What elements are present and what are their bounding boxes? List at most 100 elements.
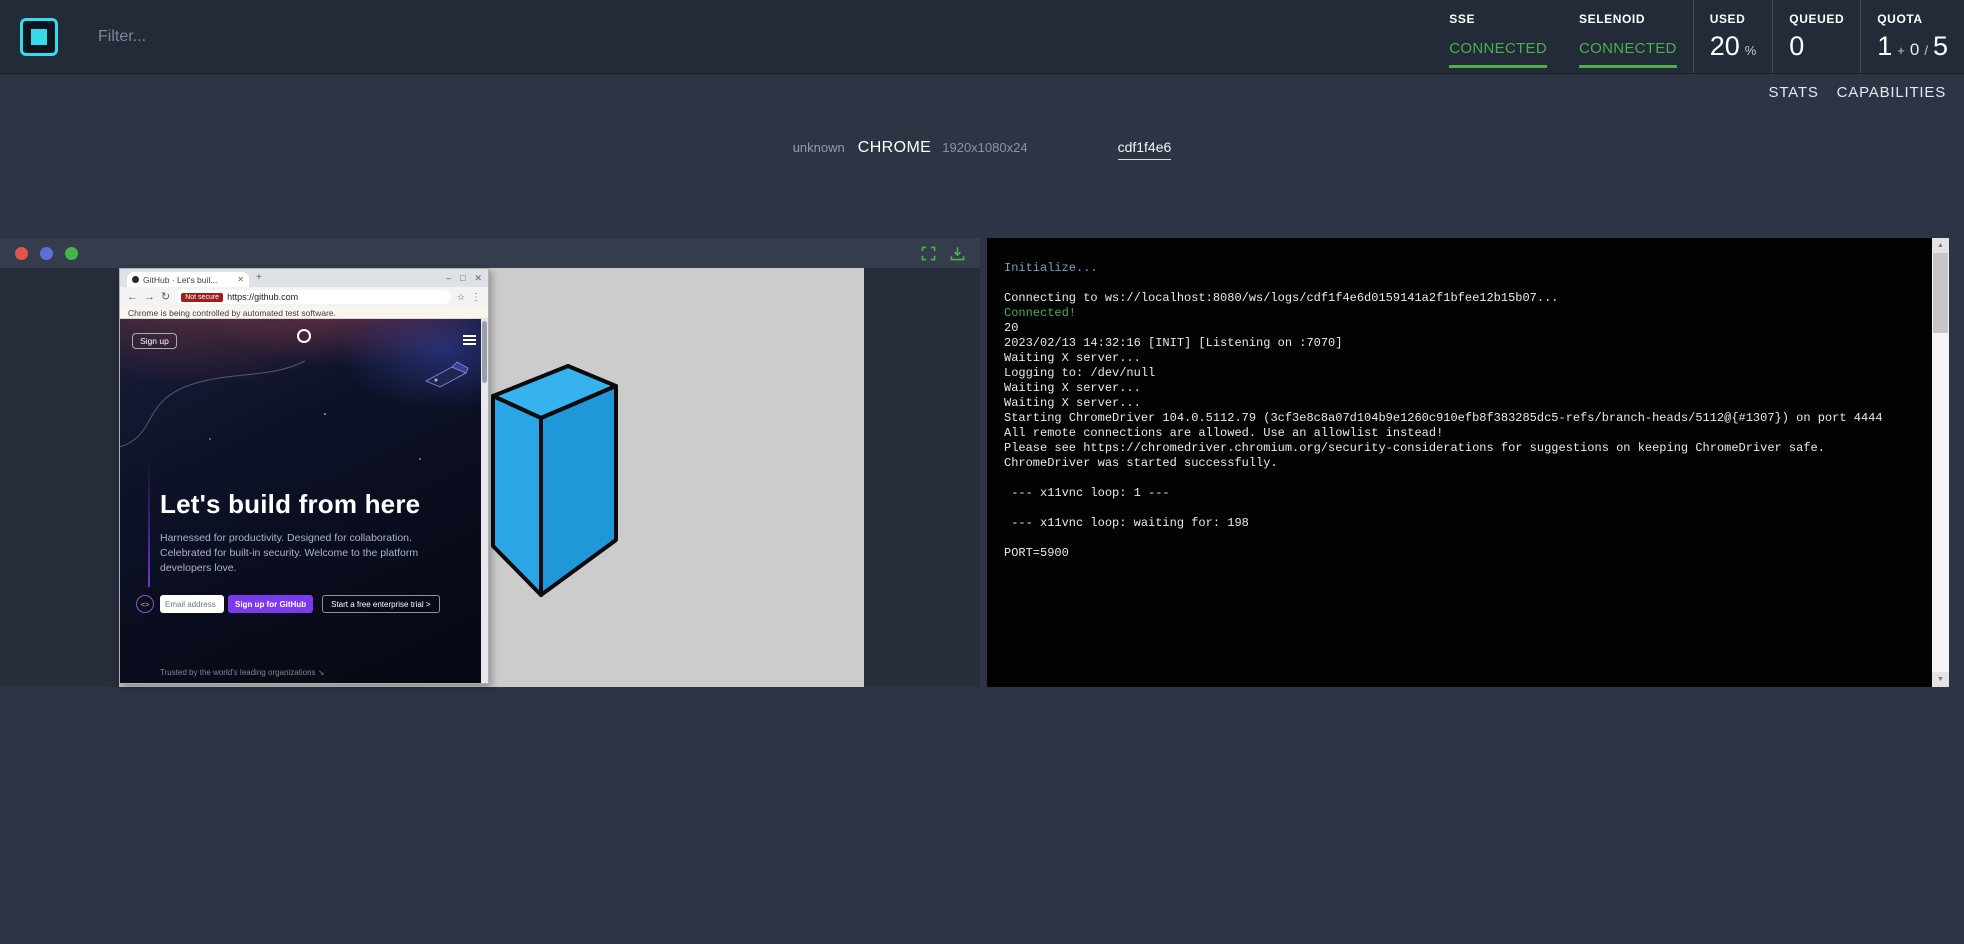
tab-stats[interactable]: STATS <box>1769 84 1819 101</box>
code-badge: <> <box>136 595 154 613</box>
scroll-down-icon[interactable]: ▼ <box>1932 672 1949 687</box>
log-line: Waiting X server... <box>1004 381 1922 396</box>
stat-selenoid: SELENOID CONNECTED <box>1563 0 1693 73</box>
tab-title: GitHub · Let's buil... <box>143 275 233 285</box>
stat-quota: QUOTA 1 + 0 / 5 <box>1860 0 1964 73</box>
top-bar: SSE CONNECTED SELENOID CONNECTED USED 20… <box>0 0 1964 74</box>
chrome-toolbar: ← → ↻ Not secure https://github.com ☆ ⋮ <box>120 287 488 307</box>
code-gradient-line <box>148 459 150 587</box>
log-line: Connected! <box>1004 306 1922 321</box>
log-line: Please see https://chromedriver.chromium… <box>1004 441 1922 456</box>
log-line: ChromeDriver was started successfully. <box>1004 456 1922 471</box>
log-line <box>1004 501 1922 516</box>
quota-slash: / <box>1924 43 1928 58</box>
queued-count: 0 <box>1789 31 1804 62</box>
hero-cta-row: Sign up for GitHub Start a free enterpri… <box>160 595 440 613</box>
vnc-panel: GitHub · Let's buil... ✕ + – □ ✕ ← → ↻ N… <box>0 238 980 687</box>
window-dot-green <box>65 247 78 260</box>
maximize-icon[interactable]: □ <box>460 273 465 283</box>
browser-menu-icon[interactable]: ⋮ <box>471 292 481 303</box>
signup-github-button[interactable]: Sign up for GitHub <box>228 595 313 613</box>
log-scrollbar[interactable]: ▲ ▼ <box>1932 238 1949 687</box>
close-icon[interactable]: ✕ <box>474 273 482 284</box>
log-line: All remote connections are allowed. Use … <box>1004 426 1922 441</box>
window-dot-red <box>15 247 28 260</box>
vnc-actions <box>921 246 965 261</box>
reload-icon[interactable]: ↻ <box>161 292 170 303</box>
bookmark-star-icon[interactable]: ☆ <box>457 292 465 303</box>
log-line: 2023/02/13 14:32:16 [INIT] [Listening on… <box>1004 336 1922 351</box>
download-icon[interactable] <box>950 246 965 261</box>
fullscreen-icon[interactable] <box>921 246 936 261</box>
chrome-window: GitHub · Let's buil... ✕ + – □ ✕ ← → ↻ N… <box>119 268 489 684</box>
stat-sse: SSE CONNECTED <box>1433 0 1563 73</box>
hamburger-menu-icon[interactable] <box>463 335 476 347</box>
stat-sse-label: SSE <box>1449 12 1547 26</box>
stat-queued-value: 0 <box>1789 31 1844 62</box>
session-row[interactable]: unknown CHROME 1920x1080x24 cdf1f4e6 <box>0 139 1964 160</box>
log-line: Starting ChromeDriver 104.0.5112.79 (3cf… <box>1004 411 1922 426</box>
log-line: Waiting X server... <box>1004 351 1922 366</box>
session-resolution: 1920x1080x24 <box>942 140 1027 155</box>
log-line: Initialize... <box>1004 261 1922 276</box>
automation-notice-text: Chrome is being controlled by automated … <box>128 308 336 318</box>
stat-used: USED 20 % <box>1693 0 1773 73</box>
github-logo-icon <box>297 329 311 343</box>
log-line: Logging to: /dev/null <box>1004 366 1922 381</box>
window-controls: – □ ✕ <box>446 269 482 287</box>
log-line <box>1004 276 1922 291</box>
log-line: 20 <box>1004 321 1922 336</box>
stats-summary: SSE CONNECTED SELENOID CONNECTED USED 20… <box>1433 0 1964 73</box>
hero-subtext: Harnessed for productivity. Designed for… <box>160 531 420 576</box>
selenoid-logo[interactable] <box>20 18 58 56</box>
hero-heading: Let's build from here <box>160 489 420 520</box>
selenoid-logo-square <box>31 29 47 45</box>
security-badge: Not secure <box>181 293 223 302</box>
tab-capabilities[interactable]: CAPABILITIES <box>1837 84 1946 101</box>
session-name: unknown <box>793 140 845 155</box>
github-signup-top-button[interactable]: Sign up <box>132 333 177 349</box>
quota-used: 1 <box>1877 31 1892 62</box>
stat-selenoid-label: SELENOID <box>1579 12 1677 26</box>
scroll-up-icon[interactable]: ▲ <box>1932 238 1949 253</box>
vnc-window-header <box>0 238 980 268</box>
log-output: Initialize... Connecting to ws://localho… <box>987 238 1932 687</box>
quota-pending: 0 <box>1910 40 1919 60</box>
tab-favicon <box>132 276 139 283</box>
log-panel: Initialize... Connecting to ws://localho… <box>987 238 1949 687</box>
tab-close-icon[interactable]: ✕ <box>237 275 244 284</box>
quota-plus: + <box>1897 43 1905 58</box>
log-line <box>1004 531 1922 546</box>
spaceship-illustration <box>422 359 470 393</box>
stat-queued-label: QUEUED <box>1789 12 1844 26</box>
window-dot-blue <box>40 247 53 260</box>
stat-quota-value: 1 + 0 / 5 <box>1877 31 1948 62</box>
used-percent: 20 <box>1710 31 1740 62</box>
chrome-tab[interactable]: GitHub · Let's buil... ✕ <box>127 272 249 287</box>
stat-quota-label: QUOTA <box>1877 12 1948 26</box>
cube-illustration <box>486 359 622 601</box>
back-icon[interactable]: ← <box>127 292 138 303</box>
new-tab-icon[interactable]: + <box>256 272 262 283</box>
stat-used-label: USED <box>1710 12 1757 26</box>
filter-input[interactable] <box>98 28 528 46</box>
url-text: https://github.com <box>227 292 298 302</box>
vnc-screen[interactable]: GitHub · Let's buil... ✕ + – □ ✕ ← → ↻ N… <box>119 268 864 687</box>
email-input[interactable] <box>160 595 224 613</box>
log-scrollbar-thumb[interactable] <box>1933 253 1948 333</box>
log-line: --- x11vnc loop: 1 --- <box>1004 486 1922 501</box>
log-line: Connecting to ws://localhost:8080/ws/log… <box>1004 291 1922 306</box>
forward-icon[interactable]: → <box>144 292 155 303</box>
minimize-icon[interactable]: – <box>446 273 451 283</box>
url-bar[interactable]: Not secure https://github.com <box>176 290 451 304</box>
view-tabs: STATS CAPABILITIES <box>1769 84 1946 101</box>
log-line: Waiting X server... <box>1004 396 1922 411</box>
stat-selenoid-value: CONNECTED <box>1579 40 1677 57</box>
enterprise-trial-button[interactable]: Start a free enterprise trial > <box>322 595 439 613</box>
quota-total: 5 <box>1933 31 1948 62</box>
session-id[interactable]: cdf1f4e6 <box>1118 139 1172 160</box>
used-unit: % <box>1745 43 1757 58</box>
chrome-tab-strip: GitHub · Let's buil... ✕ + – □ ✕ <box>120 269 488 287</box>
stat-used-value: 20 % <box>1710 31 1757 62</box>
log-line: --- x11vnc loop: waiting for: 198 <box>1004 516 1922 531</box>
